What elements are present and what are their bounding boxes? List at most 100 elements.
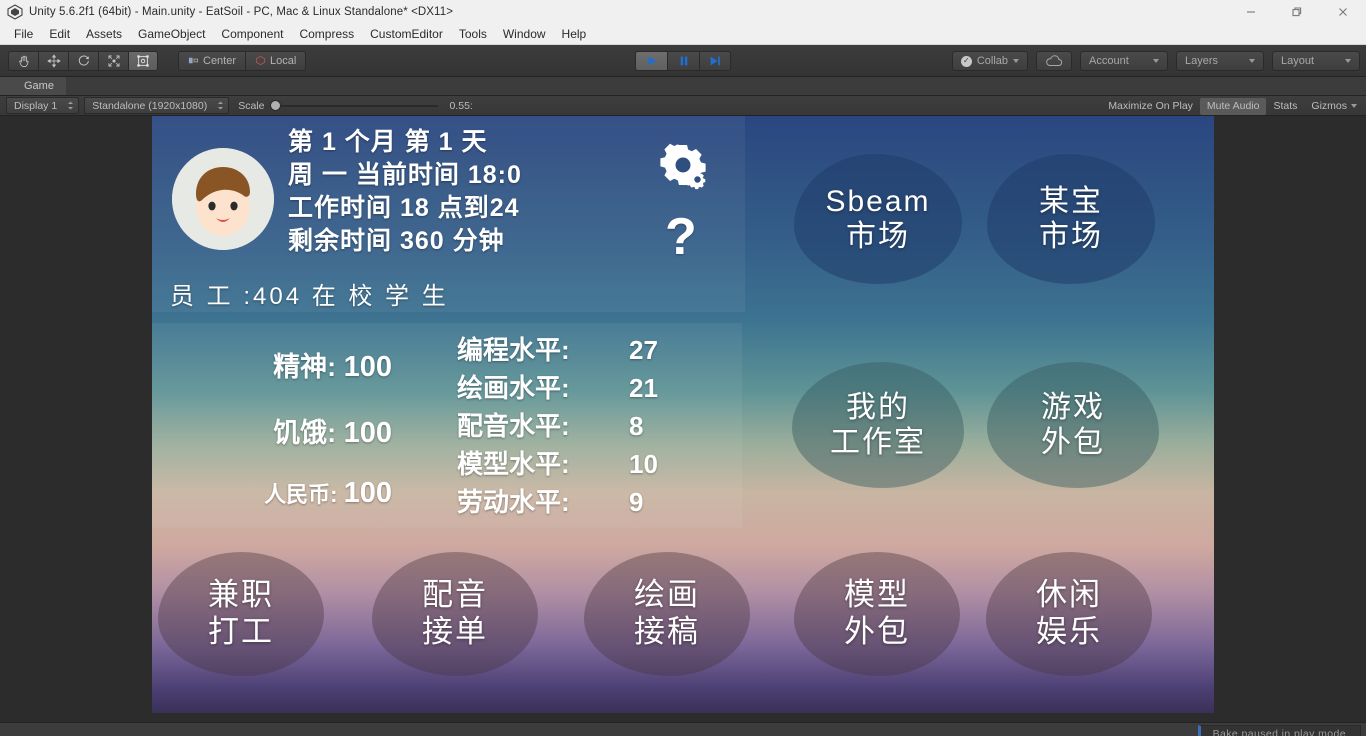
account-label: Account [1089,55,1129,67]
view-tab-row: Game [0,76,1366,96]
cloud-icon [1046,55,1063,66]
menu-item-tools[interactable]: Tools [451,25,495,43]
button-line-2: 市场 [1039,220,1103,253]
stats-button[interactable]: Stats [1266,98,1304,115]
gizmos-button[interactable]: Gizmos [1304,98,1364,115]
tab-game-label: Game [24,79,54,92]
menu-item-file[interactable]: File [6,25,41,43]
game-view-toolbar: Display 1 Standalone (1920x1080) Scale 0… [0,96,1366,116]
pause-button[interactable] [667,50,699,71]
collab-button[interactable]: ✓ Collab [951,51,1028,71]
my-studio-button[interactable]: 我的 工作室 [792,362,964,488]
step-button[interactable] [699,50,731,71]
close-icon[interactable] [1320,0,1366,23]
skill-label: 编程水平: [457,335,570,365]
menu-item-window[interactable]: Window [495,25,554,43]
button-line-2: 工作室 [830,426,926,459]
chevron-updown-icon [67,101,74,110]
menu-item-edit[interactable]: Edit [41,25,78,43]
info-line-weekday-time: 周 一 当前时间 18:0 [288,161,522,189]
main-toolbar: Center Local ✓ Collab Account Layers Lay… [0,45,1366,77]
sbeam-market-button[interactable]: Sbeam 市场 [794,154,962,284]
scale-tool-button[interactable] [98,50,128,71]
help-question-icon[interactable]: ? [665,211,697,263]
button-line-2: 市场 [846,220,910,253]
title-bar: Unity 5.6.2f1 (64bit) - Main.unity - Eat… [0,0,1366,23]
leisure-button[interactable]: 休闲 娱乐 [986,552,1152,676]
skill-value: 8 [629,411,644,441]
skill-label: 模型水平: [457,449,570,479]
menu-item-customeditor[interactable]: CustomEditor [362,25,451,43]
maximize-on-play-button[interactable]: Maximize On Play [1101,98,1200,115]
tab-game[interactable]: Game [0,76,66,95]
move-tool-button[interactable] [38,50,68,71]
moubao-market-button[interactable]: 某宝 市场 [987,154,1155,284]
game-view-toolbar-right: Maximize On Play Mute Audio Stats Gizmos [1101,96,1364,116]
button-line-1: 休闲 [1036,577,1102,613]
status-message[interactable]: Bake paused in play mode [1197,724,1361,736]
skill-row-modeling: 模型水平: 10 [457,445,658,483]
display-dropdown[interactable]: Display 1 [6,97,80,114]
button-line-2: 外包 [1041,426,1105,459]
painting-order-button[interactable]: 绘画 接稿 [584,552,750,676]
skill-row-dubbing: 配音水平: 8 [457,407,658,445]
layers-button[interactable]: Layers [1176,51,1264,71]
scale-slider-track[interactable] [270,99,439,111]
player-avatar-icon [172,148,274,250]
button-line-1: 绘画 [634,577,700,613]
chevron-updown-icon [217,101,224,110]
dubbing-order-button[interactable]: 配音 接单 [372,552,538,676]
scale-value: 0.55: [449,99,473,112]
chevron-down-icon [1345,59,1351,63]
stat-label: 人民币: [264,482,338,507]
resolution-dropdown[interactable]: Standalone (1920x1080) [84,97,230,114]
mute-audio-button[interactable]: Mute Audio [1199,97,1267,115]
model-outsourcing-button[interactable]: 模型 外包 [794,552,960,676]
stat-row-money: 人民币: 100 [212,477,392,510]
play-button[interactable] [635,50,667,71]
gizmos-label: Gizmos [1311,100,1347,112]
pivot-mode-button[interactable]: Center [178,50,246,71]
menu-item-compress[interactable]: Compress [291,25,362,43]
parttime-job-button[interactable]: 兼职 打工 [158,552,324,676]
layout-label: Layout [1281,55,1315,67]
account-button[interactable]: Account [1080,51,1168,71]
stats-right-column: 编程水平: 27 绘画水平: 21 配音水平: 8 模型水平: 10 劳动水平: [457,331,658,521]
button-line-1: 某宝 [1039,184,1103,218]
info-line-remaining: 剩余时间 360 分钟 [288,227,505,255]
button-line-2: 接单 [422,614,488,649]
menu-item-help[interactable]: Help [554,25,595,43]
game-view-icon [8,80,14,91]
hand-tool-button[interactable] [8,50,38,71]
menu-item-gameobject[interactable]: GameObject [130,25,213,43]
game-canvas[interactable]: 第 1 个月 第 1 天 周 一 当前时间 18:0 工作时间 18 点到24 … [152,116,1214,713]
button-line-2: 打工 [208,614,274,649]
cloud-button[interactable] [1036,51,1072,71]
scale-slider-group[interactable]: Scale 0.55: [238,99,473,112]
toolbar-right-group: ✓ Collab Account Layers Layout [951,45,1360,77]
pivot-center-icon [188,57,199,64]
menu-item-component[interactable]: Component [213,25,291,43]
menu-item-assets[interactable]: Assets [78,25,130,43]
restore-icon[interactable] [1274,0,1320,23]
skill-value: 21 [629,373,658,403]
stat-row-hunger: 饥饿: 100 [212,411,392,450]
scale-slider-knob[interactable] [270,99,282,111]
game-outsourcing-button[interactable]: 游戏 外包 [987,362,1159,488]
chevron-down-icon [1351,104,1357,108]
minimize-icon[interactable] [1228,0,1274,23]
stats-left-column: 精神: 100 饥饿: 100 人民币: 100 [212,345,392,537]
scale-label: Scale [238,99,265,112]
collab-check-icon: ✓ [960,55,972,67]
window-title: Unity 5.6.2f1 (64bit) - Main.unity - Eat… [29,5,454,18]
space-mode-button[interactable]: Local [245,50,307,71]
button-line-2: 外包 [844,614,910,649]
skill-row-programming: 编程水平: 27 [457,331,658,369]
rect-transform-tool-button[interactable] [128,50,158,71]
layout-button[interactable]: Layout [1272,51,1360,71]
settings-gear-icon[interactable] [657,141,711,200]
player-stats-panel: 精神: 100 饥饿: 100 人民币: 100 编程水平: 27 绘画水平: … [152,323,742,528]
chevron-down-icon [1013,59,1019,63]
stat-row-spirit: 精神: 100 [212,345,392,384]
rotate-tool-button[interactable] [68,50,98,71]
